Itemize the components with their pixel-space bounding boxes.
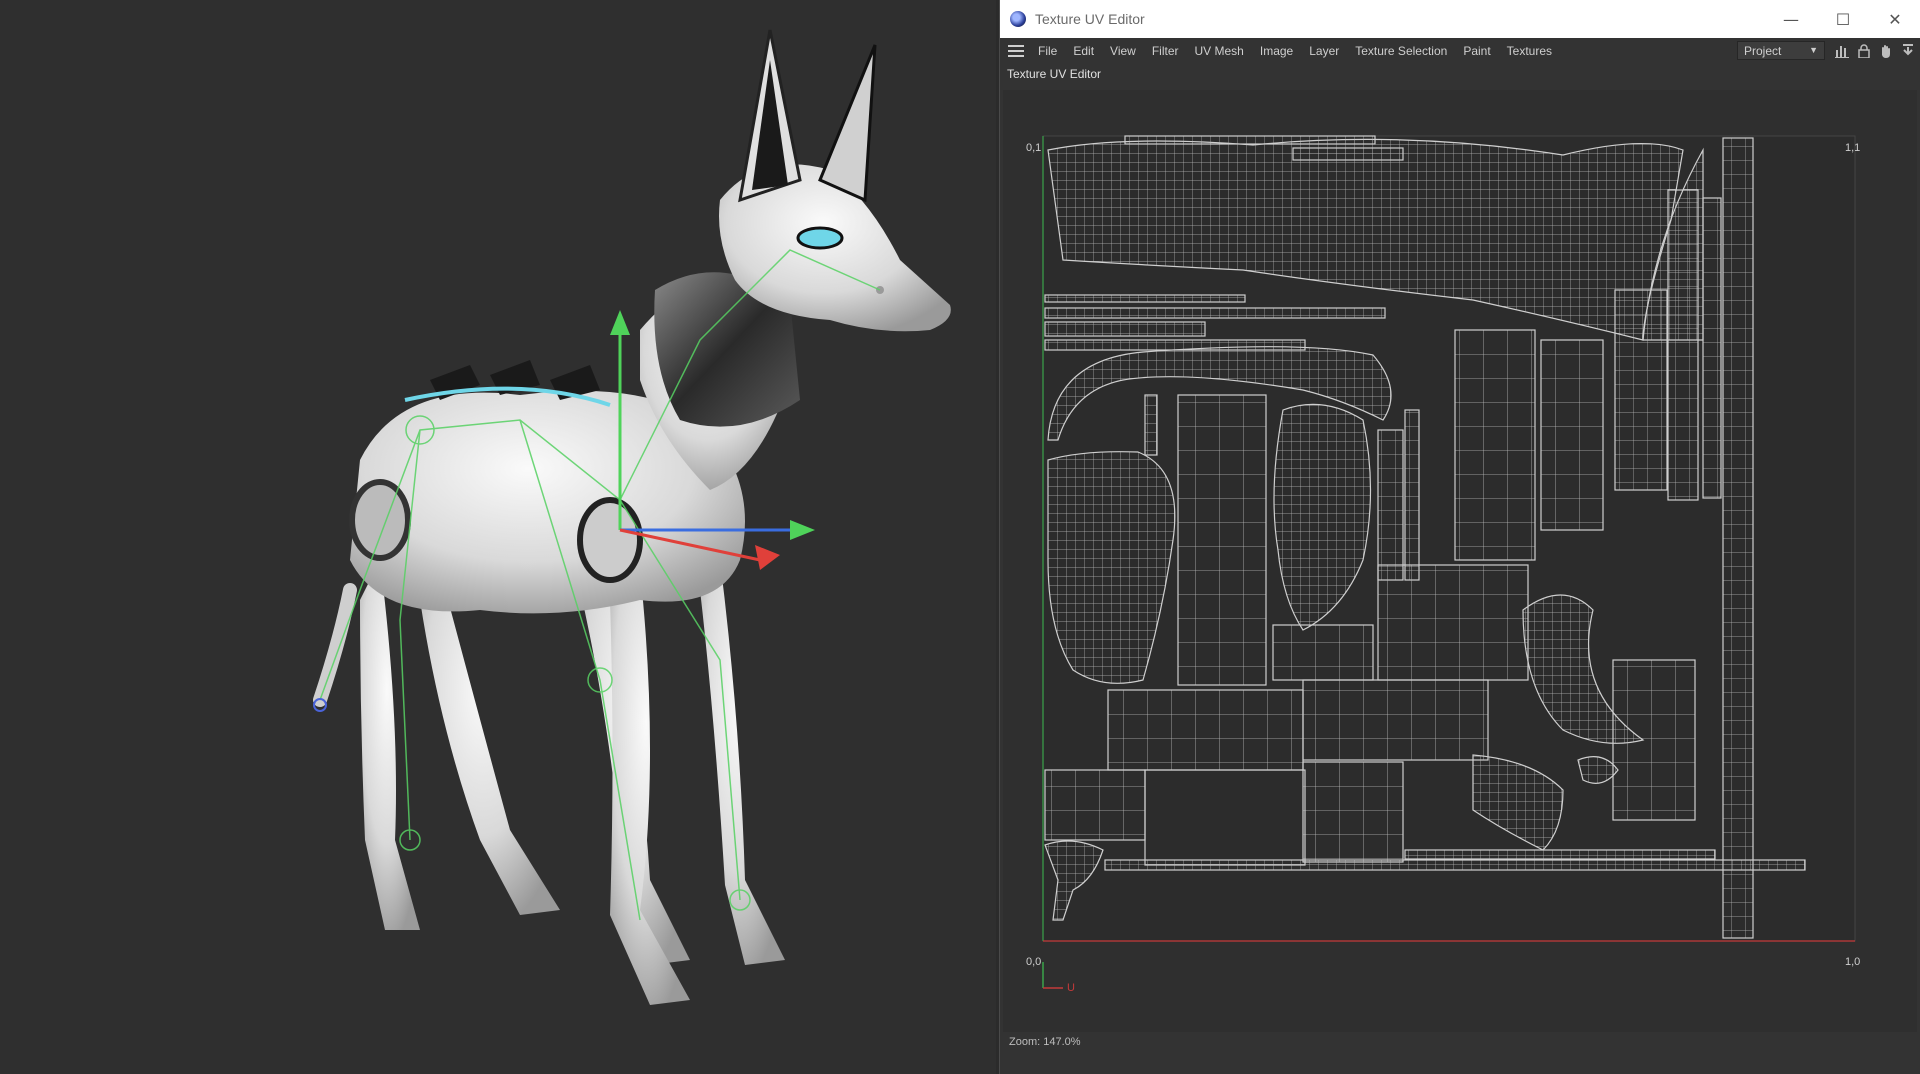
uv-axis-u-label: U bbox=[1067, 982, 1075, 994]
right-ear bbox=[818, 44, 877, 203]
cinema4d-app-icon bbox=[1010, 11, 1026, 27]
uv-corner-top-right: 1,1 bbox=[1845, 142, 1861, 154]
hand-icon[interactable] bbox=[1877, 42, 1895, 60]
menu-uv-mesh[interactable]: UV Mesh bbox=[1195, 44, 1244, 58]
3d-viewport[interactable] bbox=[0, 0, 996, 1074]
uv-strip-top-2 bbox=[1292, 147, 1404, 161]
menu-layer[interactable]: Layer bbox=[1309, 44, 1339, 58]
uv-strip-h1 bbox=[1044, 294, 1246, 303]
uv-editor-window[interactable]: Texture UV Editor — ☐ ✕ File Edit View F… bbox=[999, 0, 1920, 1074]
chevron-down-icon: ▼ bbox=[1809, 45, 1818, 55]
uv-block-mid-5[interactable] bbox=[1377, 564, 1529, 681]
uv-island-small-strip bbox=[1144, 394, 1158, 456]
title-bar[interactable]: Texture UV Editor — ☐ ✕ bbox=[1000, 0, 1920, 38]
uv-column-right-4 bbox=[1614, 289, 1668, 491]
uv-canvas[interactable]: 0,1 1,1 0,0 1,0 U bbox=[1003, 90, 1917, 1032]
menu-bar: File Edit View Filter UV Mesh Image Laye… bbox=[1000, 38, 1920, 64]
window-title: Texture UV Editor bbox=[1035, 11, 1145, 27]
dog-eye bbox=[796, 226, 844, 250]
pin-icon[interactable] bbox=[1899, 42, 1917, 60]
uv-strip-bottom bbox=[1104, 859, 1806, 871]
menu-filter[interactable]: Filter bbox=[1152, 44, 1179, 58]
uv-block-mid-1 bbox=[1377, 429, 1404, 581]
uv-corner-bottom-left: 0,0 bbox=[1026, 956, 1042, 968]
status-bar: Zoom: 147.0% bbox=[1000, 1032, 1920, 1074]
uv-corner-bottom-right: 1,0 bbox=[1845, 956, 1861, 968]
panel-title: Texture UV Editor bbox=[1007, 67, 1102, 81]
uv-block-low-1[interactable] bbox=[1107, 689, 1304, 771]
menu-texture-selection[interactable]: Texture Selection bbox=[1355, 44, 1447, 58]
back-right-leg bbox=[420, 570, 560, 915]
back-left-leg bbox=[360, 560, 420, 930]
uv-block-low-2[interactable] bbox=[1302, 679, 1489, 761]
lock-icon[interactable] bbox=[1855, 42, 1873, 60]
uv-block-mid-6 bbox=[1272, 624, 1374, 681]
uv-mesh-view bbox=[1042, 135, 1856, 989]
maximize-button[interactable]: ☐ bbox=[1817, 0, 1869, 38]
menu-file[interactable]: File bbox=[1038, 44, 1057, 58]
menu-textures[interactable]: Textures bbox=[1507, 44, 1552, 58]
uv-strip-bottom-2 bbox=[1404, 849, 1716, 860]
menu-paint[interactable]: Paint bbox=[1463, 44, 1490, 58]
uv-block-low-4 bbox=[1044, 769, 1146, 841]
hamburger-menu-icon[interactable] bbox=[1008, 45, 1024, 57]
uv-column-right-3 bbox=[1667, 189, 1699, 501]
uv-block-mid-4 bbox=[1540, 339, 1604, 531]
menu-image[interactable]: Image bbox=[1260, 44, 1293, 58]
uv-strip-h2 bbox=[1044, 307, 1386, 319]
shoulder-disc bbox=[577, 497, 643, 583]
project-select[interactable]: Project ▼ bbox=[1737, 41, 1825, 60]
uv-strip-top bbox=[1124, 135, 1376, 145]
viewport-scene bbox=[313, 29, 951, 1005]
hip-disc bbox=[349, 479, 411, 561]
dog-model[interactable] bbox=[313, 29, 951, 1005]
minimize-button[interactable]: — bbox=[1765, 0, 1817, 38]
uv-block-low-3 bbox=[1302, 761, 1404, 863]
uv-axis-gizmo bbox=[1042, 962, 1063, 989]
zoom-readout: Zoom: 147.0% bbox=[1009, 1036, 1081, 1048]
dog-tail bbox=[313, 583, 357, 707]
uv-block-right-low bbox=[1612, 659, 1696, 821]
menu-view[interactable]: View bbox=[1110, 44, 1136, 58]
project-select-value: Project bbox=[1744, 43, 1782, 58]
uv-corner-top-left: 0,1 bbox=[1026, 142, 1042, 154]
gizmo-z-arrow-icon[interactable] bbox=[755, 545, 780, 570]
uv-block-mid-2 bbox=[1404, 409, 1420, 581]
uv-island-tall-column[interactable] bbox=[1177, 394, 1267, 686]
gizmo-y-arrow-icon[interactable] bbox=[610, 310, 630, 335]
uv-column-right-2 bbox=[1702, 197, 1722, 499]
menu-edit[interactable]: Edit bbox=[1073, 44, 1094, 58]
front-right-leg bbox=[700, 560, 785, 965]
histogram-icon[interactable] bbox=[1833, 42, 1851, 60]
uv-strip-h3 bbox=[1044, 321, 1206, 337]
close-button[interactable]: ✕ bbox=[1869, 0, 1920, 38]
uv-block-mid-3[interactable] bbox=[1454, 329, 1536, 561]
uv-column-right[interactable] bbox=[1722, 137, 1754, 939]
gizmo-x-arrow-icon[interactable] bbox=[790, 520, 815, 540]
